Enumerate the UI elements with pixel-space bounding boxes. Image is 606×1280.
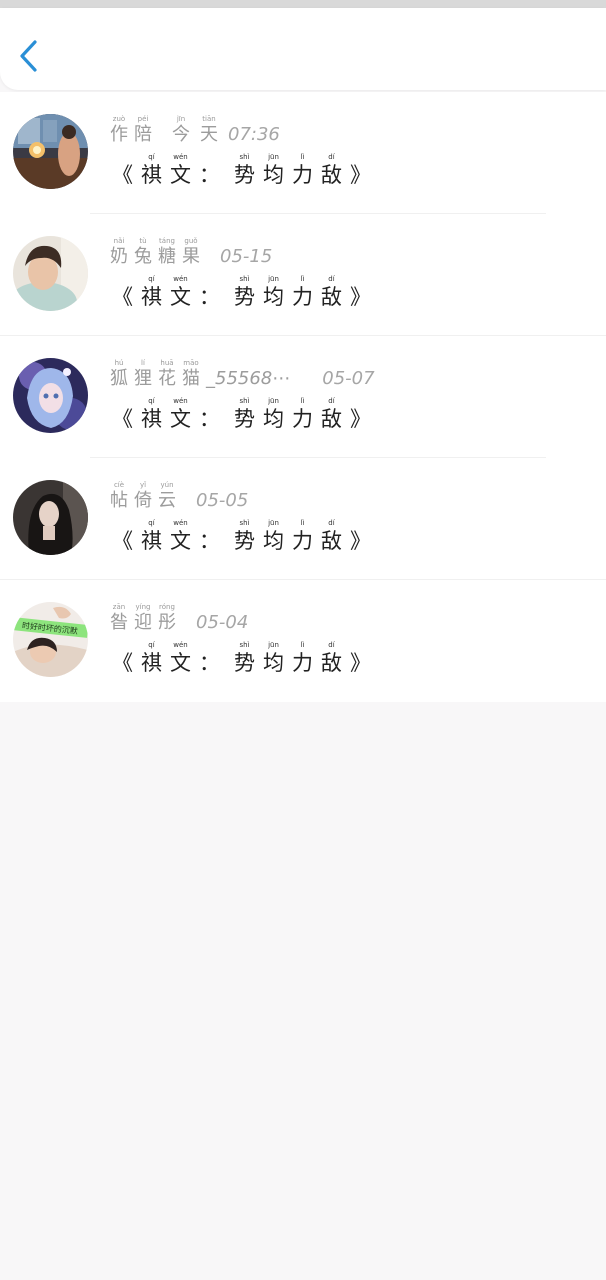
- top-bar: [0, 8, 606, 90]
- sender-name: hú 狐 lí 狸 huā 花 māo 猫 _55568⋯: [110, 359, 291, 389]
- avatar[interactable]: [13, 358, 88, 433]
- sender-name: cíè 帖 yǐ 倚 yún 云: [110, 481, 176, 511]
- message-preview: 《 qí 祺 wén 文 ： shì 势 jūn 均 lì 力 dí 敌 》: [112, 519, 371, 553]
- timestamp: 05-04: [196, 612, 249, 633]
- chevron-left-icon: [20, 40, 37, 72]
- avatar[interactable]: [13, 114, 88, 189]
- message-preview: 《 qí 祺 wén 文 ： shì 势 jūn 均 lì 力 dí 敌 》: [112, 153, 371, 187]
- avatar[interactable]: 时好时坏的沉默: [13, 602, 88, 677]
- message-preview: 《 qí 祺 wén 文 ： shì 势 jūn 均 lì 力 dí 敌 》: [112, 275, 371, 309]
- timestamp: jīn 今 tiān 天 07:36: [172, 115, 280, 145]
- timestamp: 05-15: [220, 246, 273, 267]
- message-row[interactable]: nǎi 奶 tù 兔 táng 糖 guǒ 果 05-15 《 qí 祺 wén 文 ： s…: [0, 214, 606, 336]
- timestamp: 05-07: [322, 368, 375, 389]
- avatar[interactable]: [13, 480, 88, 555]
- status-bar: [0, 0, 606, 8]
- message-row[interactable]: 时好时坏的沉默 zān 昝 yíng 迎 róng 彤 05-04 《 qí 祺 wén…: [0, 580, 606, 702]
- message-preview: 《 qí 祺 wén 文 ： shì 势 jūn 均 lì 力 dí 敌 》: [112, 641, 371, 675]
- message-list: zuò 作 péi 陪 jīn 今 tiān 天 07:36 《 qí 祺 wén 文 ： …: [0, 92, 606, 702]
- sender-name: nǎi 奶 tù 兔 táng 糖 guǒ 果: [110, 237, 200, 267]
- back-button[interactable]: [8, 32, 48, 80]
- sender-name: zuò 作 péi 陪: [110, 115, 152, 145]
- sender-name: zān 昝 yíng 迎 róng 彤: [110, 603, 176, 633]
- message-row[interactable]: zuò 作 péi 陪 jīn 今 tiān 天 07:36 《 qí 祺 wén 文 ： …: [0, 92, 606, 214]
- message-row[interactable]: hú 狐 lí 狸 huā 花 māo 猫 _55568⋯ 05-07 《 qí 祺 wé…: [0, 336, 606, 458]
- message-row[interactable]: cíè 帖 yǐ 倚 yún 云 05-05 《 qí 祺 wén 文 ： shì 势 jū…: [0, 458, 606, 580]
- avatar[interactable]: [13, 236, 88, 311]
- timestamp: 05-05: [196, 490, 249, 511]
- message-preview: 《 qí 祺 wén 文 ： shì 势 jūn 均 lì 力 dí 敌 》: [112, 397, 371, 431]
